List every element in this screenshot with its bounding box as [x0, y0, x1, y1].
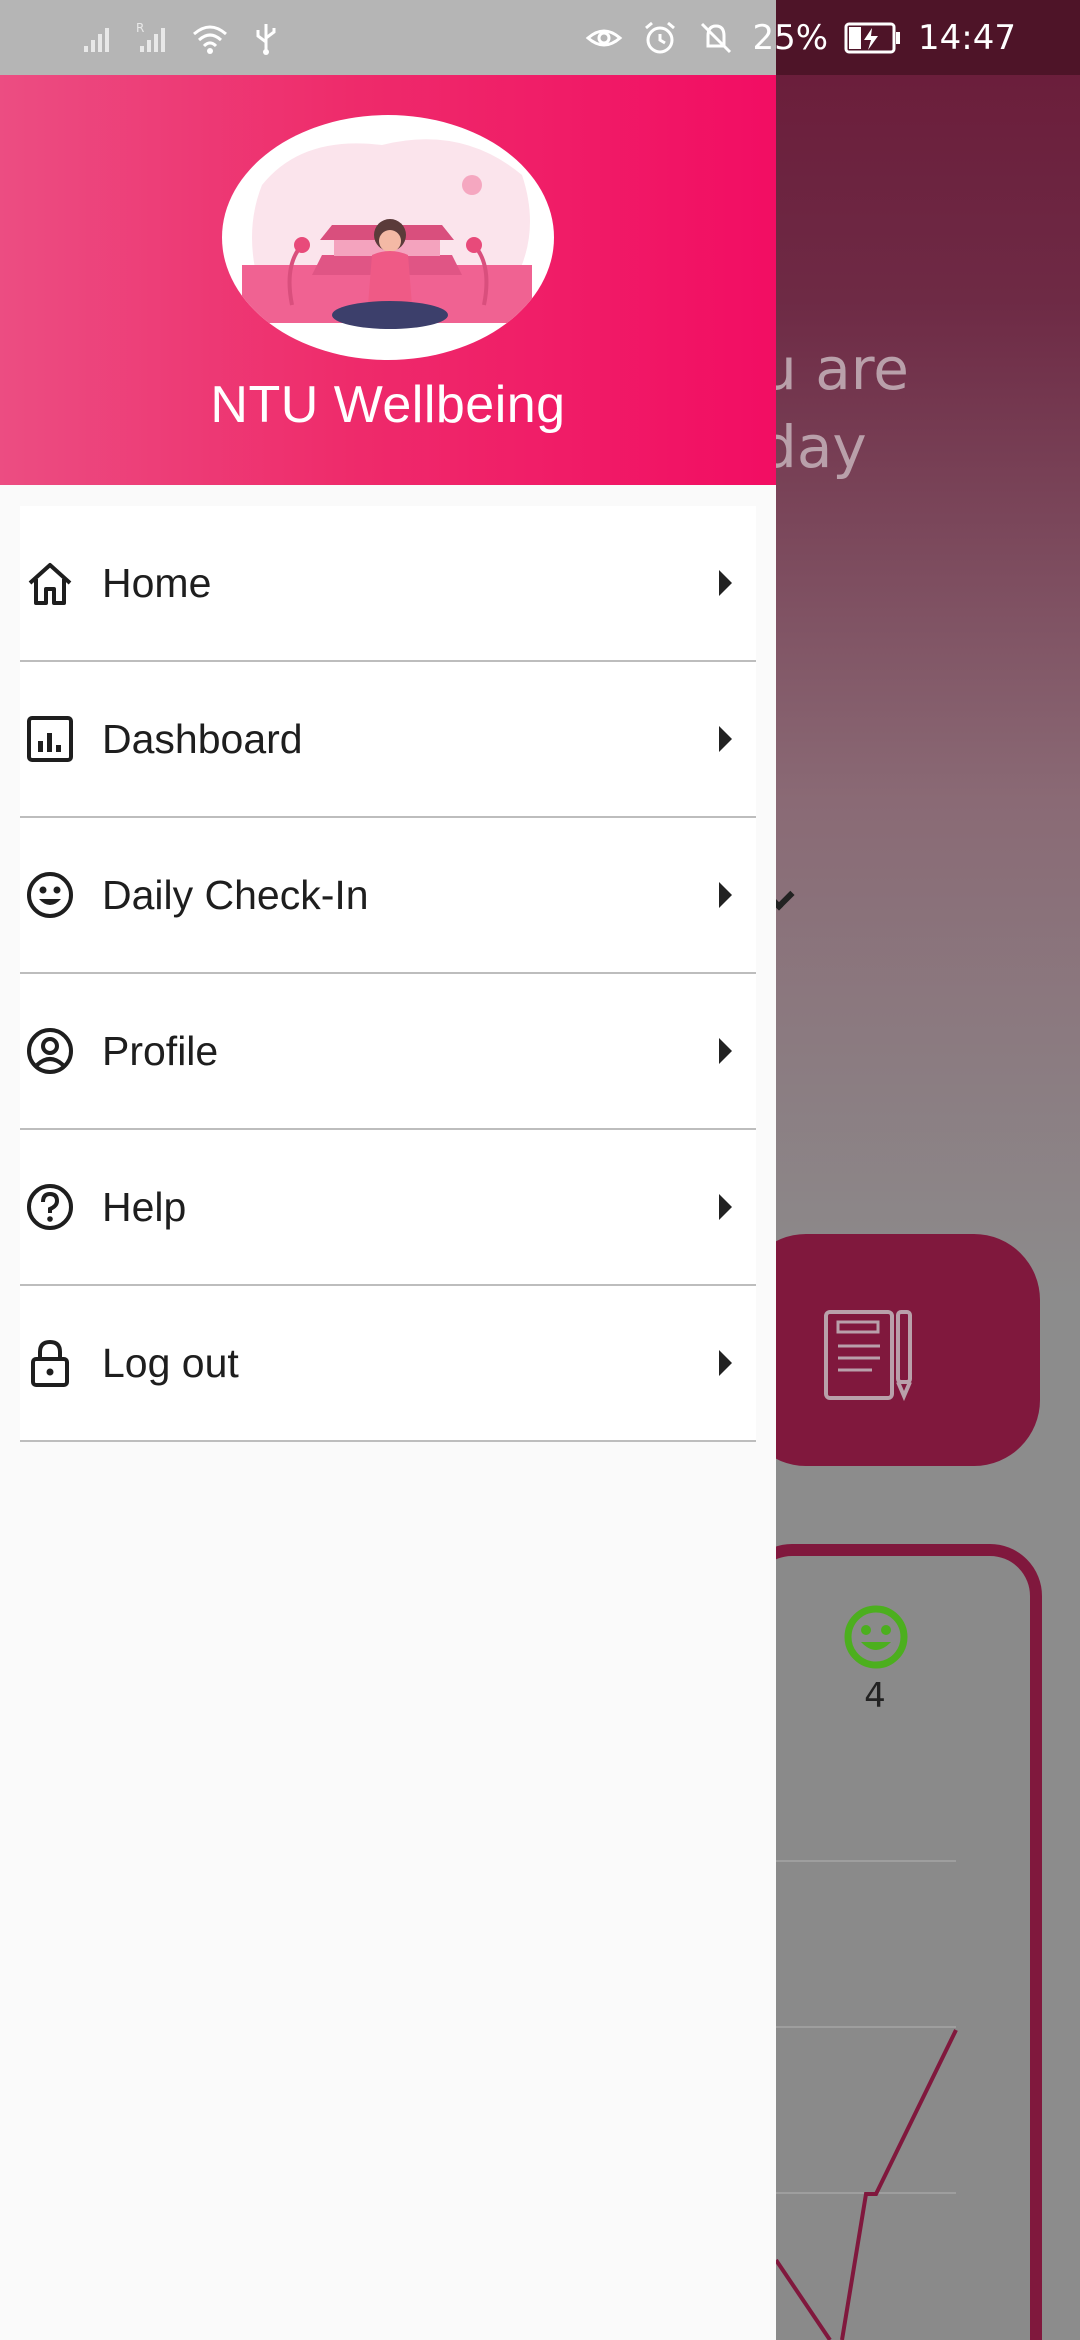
menu-item-dashboard[interactable]: Dashboard: [20, 662, 756, 818]
menu-item-log-out[interactable]: Log out: [20, 1286, 756, 1442]
home-icon: [28, 563, 72, 605]
alarm-icon: [645, 21, 676, 53]
arrow-right-icon: [719, 1038, 732, 1064]
lock-icon: [31, 1339, 69, 1387]
drawer-header: NTU Wellbeing: [0, 75, 776, 485]
usb-icon: [256, 23, 276, 55]
navigation-drawer: NTU Wellbeing Home Dashboard Daily Check…: [0, 0, 776, 2340]
arrow-right-icon: [719, 882, 732, 908]
menu-item-daily-check-in[interactable]: Daily Check-In: [20, 818, 756, 974]
chart-gridline: [770, 1860, 956, 1862]
profile-icon: [27, 1028, 73, 1074]
menu-item-help[interactable]: Help: [20, 1130, 756, 1286]
smiley-icon: [844, 1605, 908, 1669]
arrow-right-icon: [719, 1350, 732, 1376]
smiley-icon: [27, 872, 73, 918]
drawer-menu: Home Dashboard Daily Check-In Profile He…: [20, 506, 756, 1442]
meditation-illustration: [242, 139, 532, 329]
menu-item-label: Log out: [102, 1339, 239, 1386]
background-greeting-text: u are day: [760, 335, 909, 481]
mood-chart-line: [774, 2029, 958, 2340]
arrow-right-icon: [719, 726, 732, 752]
notifications-off-icon: [701, 22, 732, 53]
help-icon: [27, 1184, 73, 1230]
svg-text:R: R: [136, 21, 144, 35]
signal-icon: [84, 27, 109, 52]
menu-item-home[interactable]: Home: [20, 506, 756, 662]
app-logo: [222, 115, 554, 360]
status-bar: R 25% 14:47: [0, 0, 1080, 75]
wifi-icon: [193, 25, 227, 54]
menu-item-label: Profile: [102, 1027, 219, 1074]
dashboard-icon: [27, 716, 73, 762]
battery-charging-icon: [844, 22, 901, 53]
menu-item-profile[interactable]: Profile: [20, 974, 756, 1130]
arrow-right-icon: [719, 570, 732, 596]
arrow-right-icon: [719, 1194, 732, 1220]
mood-value: 4: [864, 1676, 886, 1716]
menu-item-label: Home: [102, 559, 212, 606]
battery-percent: 25%: [752, 17, 829, 58]
menu-item-label: Help: [102, 1183, 187, 1230]
clock: 14:47: [918, 17, 1016, 58]
journal-icon: [824, 1310, 912, 1402]
menu-item-label: Dashboard: [102, 715, 303, 762]
eye-icon: [586, 29, 623, 46]
menu-item-label: Daily Check-In: [102, 871, 369, 918]
roaming-signal-icon: R: [136, 21, 165, 52]
app-title: NTU Wellbeing: [210, 376, 566, 434]
